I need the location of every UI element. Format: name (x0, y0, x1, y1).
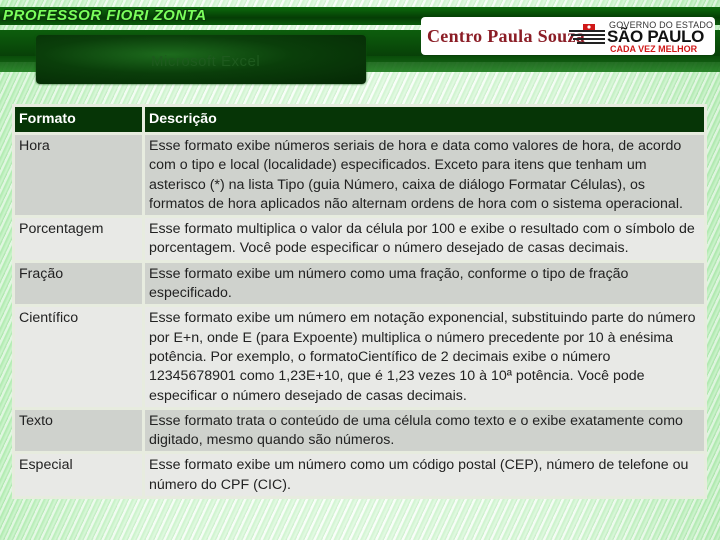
table-row: Hora Esse formato exibe números seriais … (15, 135, 704, 216)
description-cell: Esse formato exibe um número em notação … (145, 307, 704, 407)
description-cell: Esse formato exibe um número como um cód… (145, 454, 704, 497)
format-table: Formato Descrição Hora Esse formato exib… (12, 104, 707, 500)
slide-title-panel: Microsoft Excel (36, 35, 366, 84)
table-row: Porcentagem Esse formato multiplica o va… (15, 218, 704, 260)
description-cell: Esse formato trata o conteúdo de uma cél… (145, 409, 704, 452)
column-header-descricao: Descrição (145, 107, 704, 132)
slogan: CADA VEZ MELHOR (610, 44, 698, 54)
logo-banner: Centro Paula Souza GOVERNO DO ESTADO SÃO… (421, 17, 715, 55)
slide-title: Microsoft Excel (151, 53, 261, 70)
format-name-cell: Especial (15, 454, 142, 497)
column-header-formato: Formato (15, 107, 142, 132)
table-row: Texto Esse formato trata o conteúdo de u… (15, 409, 704, 452)
format-name-cell: Texto (15, 409, 142, 452)
description-cell: Esse formato exibe um número como uma fr… (145, 262, 704, 305)
centro-paula-souza-logo: Centro Paula Souza (427, 26, 586, 46)
brand-title: PROFESSOR FIORI ZONTA (3, 7, 207, 24)
table-header-row: Formato Descrição (15, 107, 704, 132)
table-row: Fração Esse formato exibe um número como… (15, 262, 704, 305)
format-name-cell: Científico (15, 307, 142, 407)
sao-paulo-flag-icon (569, 24, 605, 44)
description-cell: Esse formato multiplica o valor da célul… (145, 218, 704, 260)
description-cell: Esse formato exibe números seriais de ho… (145, 135, 704, 216)
table-row: Especial Esse formato exibe um número co… (15, 454, 704, 497)
format-name-cell: Fração (15, 262, 142, 305)
format-name-cell: Porcentagem (15, 218, 142, 260)
format-name-cell: Hora (15, 135, 142, 216)
table-row: Científico Esse formato exibe um número … (15, 307, 704, 407)
